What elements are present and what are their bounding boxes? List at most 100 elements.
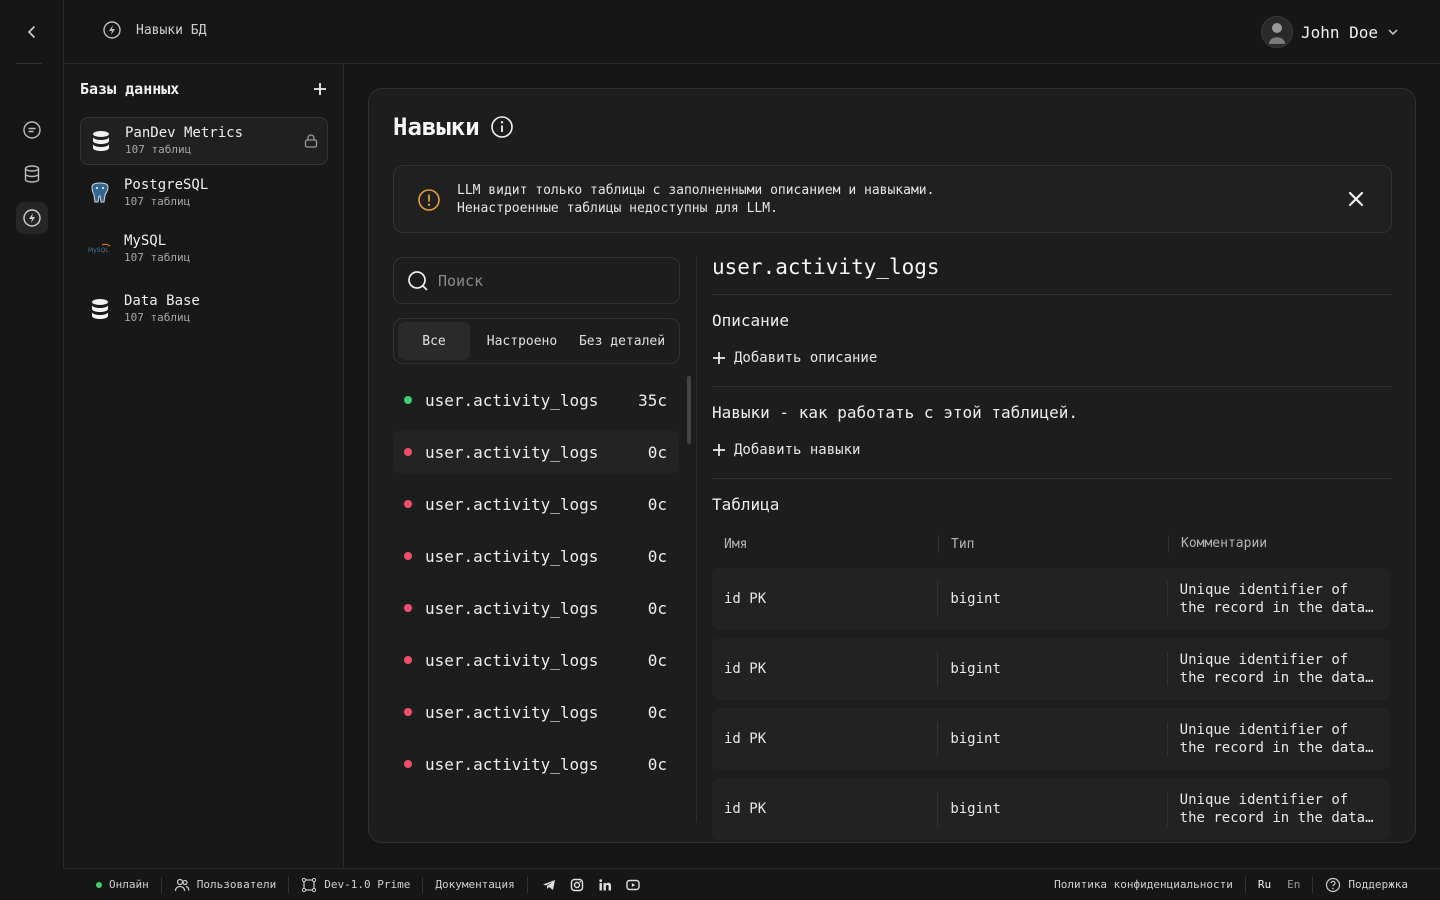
search-icon (408, 270, 428, 291)
table-list-item[interactable]: user.activity_logs 0с (393, 638, 679, 682)
table-list-item[interactable]: user.activity_logs 35с (393, 378, 679, 422)
table-list-item[interactable]: user.activity_logs 0с (393, 690, 679, 734)
database-count: 107 таблиц (124, 311, 191, 324)
status-indicator: Онлайн (64, 876, 162, 893)
version-link[interactable]: Dev-1.0 Prime (289, 876, 424, 893)
table-list-item[interactable]: user.activity_logs 0с (393, 742, 679, 786)
postgresql-icon (88, 181, 112, 205)
linkedin-icon[interactable] (598, 878, 612, 892)
top-bar: Навыки БД John Doe (64, 0, 1440, 64)
columns-header: Имя Тип Комментарии (712, 527, 1392, 561)
rail-item-databases[interactable] (16, 158, 48, 190)
users-link[interactable]: Пользователи (162, 876, 290, 893)
column-header-name: Имя (724, 536, 748, 552)
rail-divider (16, 63, 42, 64)
collapse-button[interactable] (16, 16, 48, 48)
avatar (1260, 16, 1293, 48)
cell-type: bigint (950, 591, 1001, 607)
table-row: id PK bigint Unique identifier of the rec… (712, 708, 1390, 770)
add-skills-button[interactable]: Добавить навыки (712, 442, 860, 458)
status-dot (404, 760, 412, 768)
database-count: 107 таблиц (124, 251, 191, 264)
comment-line: the record in the data… (1179, 740, 1374, 756)
comment-line: Unique identifier of (1179, 792, 1349, 808)
cell-name: id PK (724, 591, 767, 607)
breadcrumb: Навыки БД (102, 20, 206, 40)
youtube-icon[interactable] (626, 878, 640, 892)
status-dot (404, 448, 412, 456)
table-row: id PK bigint Unique identifier of the rec… (712, 778, 1390, 840)
search-placeholder: Поиск (438, 271, 484, 290)
telegram-icon[interactable] (542, 878, 556, 892)
cell-name: id PK (724, 661, 767, 677)
skills-card: Навыки LLM видит только таблицы с заполн… (368, 88, 1416, 843)
comment-line: Unique identifier of (1179, 582, 1349, 598)
database-item-mysql[interactable]: MySQL MySQL 107 таблиц (80, 225, 328, 273)
status-dot (404, 552, 412, 560)
cell-comment: Unique identifier of the record in the da… (1168, 638, 1390, 700)
icon-rail (0, 0, 64, 868)
database-item-pandev[interactable]: PanDev Metrics 107 таблиц (80, 117, 328, 165)
add-database-button[interactable] (312, 81, 328, 97)
database-name: PostgreSQL (124, 177, 209, 193)
info-icon[interactable] (490, 115, 514, 139)
database-name: PanDev Metrics (125, 125, 244, 141)
status-dot (404, 500, 412, 508)
rail-item-chat[interactable] (16, 114, 48, 146)
table-list-item[interactable]: user.activity_logs 0с (393, 482, 679, 526)
frame-icon (302, 877, 317, 892)
tab-all[interactable]: Все (398, 322, 470, 360)
table-list-item[interactable]: user.activity_logs 0с (393, 534, 679, 578)
divider (712, 478, 1392, 479)
database-item-data-base[interactable]: Data Base 107 таблиц (80, 285, 328, 333)
chat-icon (23, 121, 41, 139)
column-header-type: Тип (951, 536, 975, 552)
cell-type: bigint (950, 661, 1001, 677)
mysql-icon: MySQL (88, 237, 112, 261)
social-links (528, 878, 640, 892)
cell-comment: Unique identifier of the record in the da… (1168, 778, 1390, 840)
cell-name: id PK (724, 801, 767, 817)
detail-title: user.activity_logs (712, 255, 940, 279)
docs-link[interactable]: Документация (423, 876, 528, 893)
language-switch: Ru En (1246, 876, 1314, 893)
status-dot (404, 656, 412, 664)
database-icon (24, 165, 40, 183)
database-item-postgresql[interactable]: PostgreSQL 107 таблиц (80, 169, 328, 217)
table-heading: Таблица (712, 495, 780, 514)
status-dot (404, 708, 412, 716)
notice-line-2: Ненастроенные таблицы недоступны для LLM… (457, 201, 778, 216)
comment-line: Unique identifier of (1179, 652, 1349, 668)
privacy-link[interactable]: Политика конфиденциальности (1042, 876, 1246, 893)
lang-en[interactable]: En (1287, 878, 1300, 891)
support-link[interactable]: Поддержка (1313, 877, 1440, 893)
table-row: id PK bigint Unique identifier of the rec… (712, 568, 1390, 630)
user-menu[interactable]: John Doe (1260, 16, 1400, 48)
comment-line: the record in the data… (1179, 600, 1374, 616)
tab-no-details[interactable]: Без деталей (574, 322, 670, 360)
comment-line: Unique identifier of (1179, 722, 1349, 738)
divider (712, 294, 1392, 295)
plus-icon (713, 352, 725, 364)
lang-ru[interactable]: Ru (1258, 878, 1271, 891)
instagram-icon[interactable] (570, 878, 584, 892)
breadcrumb-label: Навыки БД (136, 22, 207, 38)
rail-item-skills[interactable] (16, 202, 48, 234)
table-list-item[interactable]: user.activity_logs 0с (393, 430, 679, 474)
cell-comment: Unique identifier of the record in the da… (1168, 568, 1390, 630)
tab-configured[interactable]: Настроено (470, 322, 574, 360)
avatar-image (1268, 23, 1285, 44)
list-scrollbar[interactable] (687, 376, 691, 444)
database-name: MySQL (124, 233, 167, 249)
add-description-button[interactable]: Добавить описание (712, 350, 877, 366)
status-dot (404, 396, 412, 404)
cell-comment: Unique identifier of the record in the da… (1168, 708, 1390, 770)
status-dot (404, 604, 412, 612)
close-icon[interactable] (1345, 188, 1367, 210)
chevron-down-icon (1388, 29, 1398, 36)
footer-bar: Онлайн Пользователи Dev-1.0 Prime Докуме… (64, 868, 1440, 900)
table-search-input[interactable]: Поиск (393, 257, 680, 304)
table-list-item[interactable]: user.activity_logs 0с (393, 586, 679, 630)
cell-name: id PK (724, 731, 767, 747)
column-header-comments: Комментарии (1181, 536, 1268, 551)
